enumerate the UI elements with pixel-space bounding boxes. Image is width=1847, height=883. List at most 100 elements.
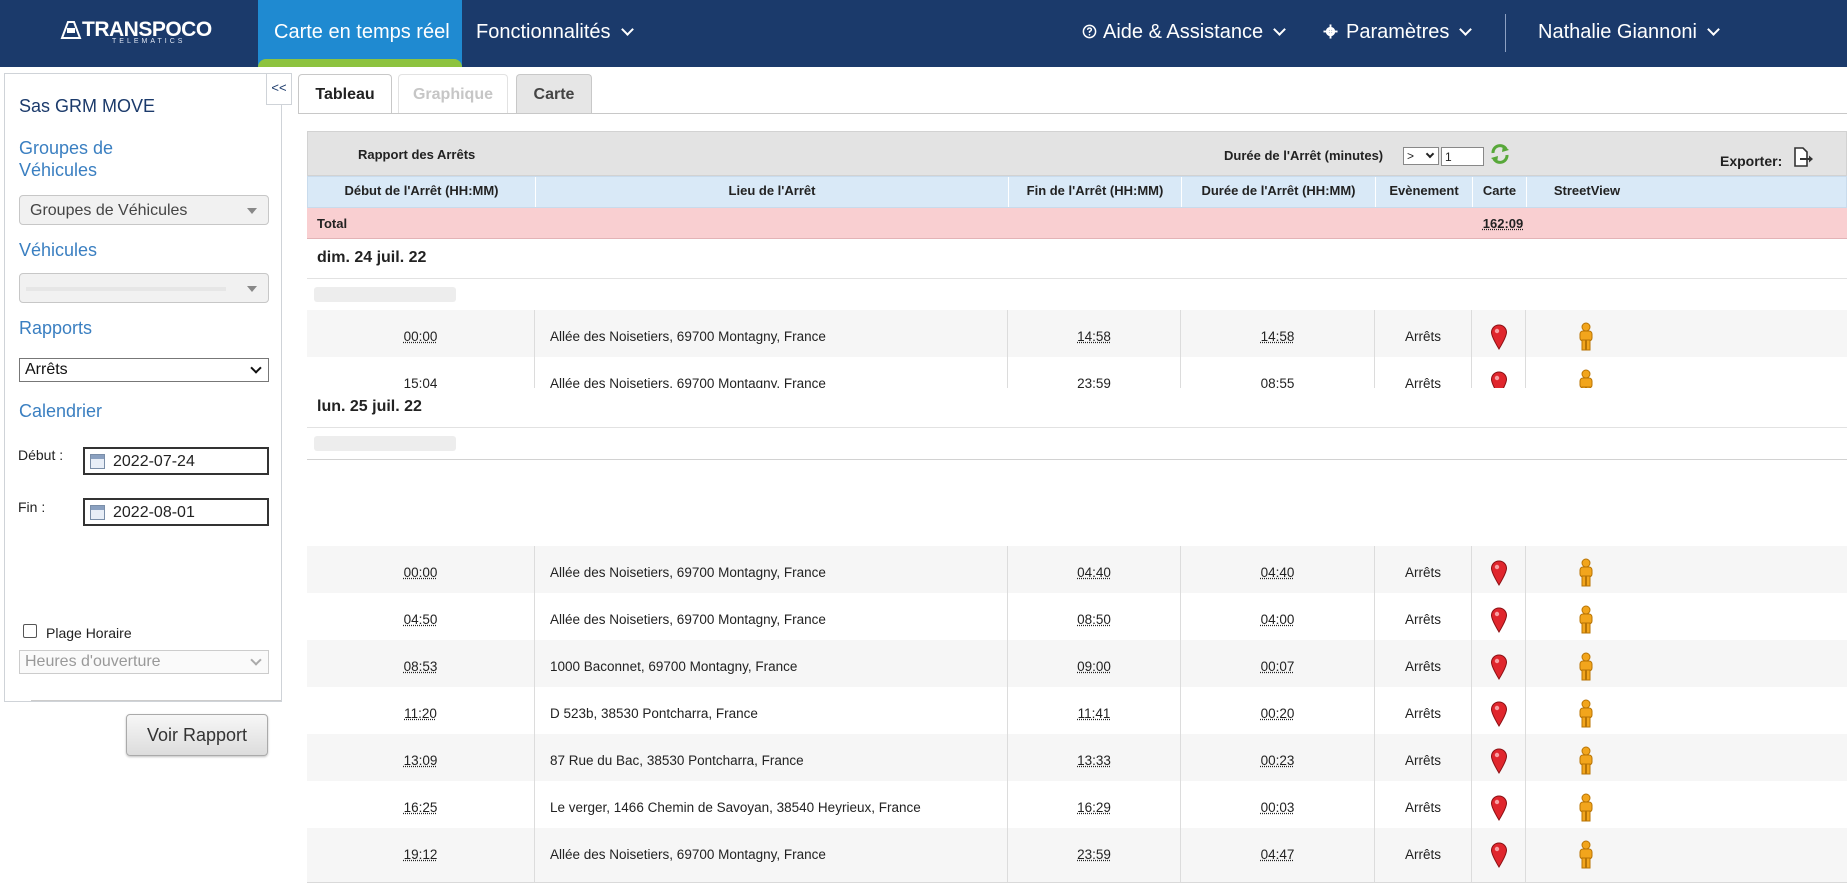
pegman-icon[interactable] (1576, 558, 1596, 588)
collapse-sidebar-button[interactable]: << (266, 73, 292, 105)
pegman-icon[interactable] (1576, 746, 1596, 776)
stop-place: Allée des Noisetiers, 69700 Montagny, Fr… (550, 612, 826, 627)
map-pin-icon[interactable] (1490, 654, 1508, 680)
stop-place-cell: 1000 Baconnet, 69700 Montagny, France (535, 640, 1008, 694)
transpoco-logo[interactable]: TRANSPOCO TELEMATICS (60, 16, 210, 50)
map-pin-icon[interactable] (1490, 560, 1508, 586)
stop-place-cell: Le verger, 1466 Chemin de Savoyan, 38540… (535, 781, 1008, 835)
chevron-down-icon (250, 654, 261, 665)
report-toolbar: Rapport des Arrêts Durée de l'Arrêt (min… (307, 131, 1847, 176)
stop-start-cell: 00:00 (307, 310, 535, 364)
event-cell: Arrêts (1375, 781, 1472, 835)
user-menu[interactable]: Nathalie Giannoni (1538, 21, 1718, 44)
dropdown-arrow-icon (247, 208, 257, 214)
stop-place-cell: D 523b, 38530 Pontcharra, France (535, 687, 1008, 741)
end-date-input[interactable]: 2022-08-01 (83, 498, 269, 526)
stop-duration: 00:23 (1261, 753, 1295, 768)
stop-start: 00:00 (404, 329, 438, 344)
chevron-down-icon (250, 362, 261, 373)
stop-duration-cell: 14:58 (1181, 310, 1375, 364)
nav-features[interactable]: Fonctionnalités (476, 21, 632, 44)
pegman-icon[interactable] (1576, 652, 1596, 682)
streetview-cell (1526, 781, 1646, 835)
nav-settings[interactable]: Paramètres (1323, 21, 1470, 44)
pegman-icon[interactable] (1576, 793, 1596, 823)
stop-place-cell: Allée des Noisetiers, 69700 Montagny, Fr… (535, 546, 1008, 600)
event-cell: Arrêts (1375, 546, 1472, 600)
end-date-label: Fin : (18, 499, 45, 515)
duration-operator-select[interactable]: > (1403, 147, 1439, 165)
account-name: Sas GRM MOVE (19, 96, 155, 117)
calendar-icon[interactable] (90, 454, 105, 469)
stop-duration: 04:47 (1261, 847, 1295, 862)
stop-end-cell: 16:29 (1008, 781, 1181, 835)
map-cell (1472, 734, 1526, 788)
nav-divider (1505, 14, 1506, 52)
vehicles-heading: Véhicules (19, 239, 97, 261)
blurred-subheader (307, 279, 1847, 311)
stop-duration-cell: 00:03 (1181, 781, 1375, 835)
col-map: Carte (1473, 177, 1527, 207)
stop-start: 08:53 (404, 659, 438, 674)
refresh-icon[interactable] (1488, 142, 1512, 166)
end-date-value: 2022-08-01 (113, 504, 195, 521)
stop-place: Allée des Noisetiers, 69700 Montagny, Fr… (550, 847, 826, 862)
stop-duration: 00:20 (1261, 706, 1295, 721)
event-cell: Arrêts (1375, 310, 1472, 364)
stop-start-cell: 04:50 (307, 593, 535, 647)
stop-duration-cell: 04:40 (1181, 546, 1375, 600)
event-label: Arrêts (1405, 706, 1441, 721)
time-range-checkbox[interactable] (23, 624, 37, 638)
map-pin-icon[interactable] (1490, 842, 1508, 868)
streetview-cell (1526, 734, 1646, 788)
map-pin-icon[interactable] (1490, 748, 1508, 774)
streetview-cell (1526, 546, 1646, 600)
pegman-icon[interactable] (1576, 699, 1596, 729)
tab-map[interactable]: Carte (516, 74, 592, 114)
pegman-icon[interactable] (1576, 840, 1596, 870)
active-indicator (258, 59, 462, 67)
table-row: 19:12 Allée des Noisetiers, 69700 Montagn… (307, 828, 1847, 883)
pegman-icon[interactable] (1576, 605, 1596, 635)
stop-start: 13:09 (404, 753, 438, 768)
map-pin-icon[interactable] (1490, 795, 1508, 821)
top-navbar: TRANSPOCO TELEMATICS Carte en temps réel… (0, 0, 1847, 67)
report-type-select[interactable]: Arrêts (19, 358, 269, 382)
nav-live-map[interactable]: Carte en temps réel (258, 0, 462, 67)
stop-place: Allée des Noisetiers, 69700 Montagny, Fr… (550, 565, 826, 580)
stop-start: 11:20 (404, 706, 437, 721)
export-icon[interactable] (1790, 145, 1814, 169)
start-date-input[interactable]: 2022-07-24 (83, 447, 269, 475)
vehicles-select[interactable] (19, 273, 269, 303)
calendar-icon[interactable] (90, 505, 105, 520)
map-cell (1472, 310, 1526, 364)
duration-value-input[interactable]: 1 (1441, 147, 1484, 166)
event-label: Arrêts (1405, 659, 1441, 674)
view-report-button[interactable]: Voir Rapport (126, 714, 268, 756)
event-cell: Arrêts (1375, 687, 1472, 741)
pegman-icon[interactable] (1576, 322, 1596, 352)
stop-duration-cell: 04:47 (1181, 828, 1375, 882)
stop-end: 09:00 (1077, 659, 1111, 674)
vehicle-groups-select[interactable]: Groupes de Véhicules (19, 195, 269, 225)
tab-table[interactable]: Tableau (298, 74, 392, 114)
stop-place-cell: Allée des Noisetiers, 69700 Montagny, Fr… (535, 310, 1008, 364)
chevron-down-icon (1273, 23, 1286, 36)
nav-settings-label: Paramètres (1346, 21, 1449, 43)
stop-place-cell: Allée des Noisetiers, 69700 Montagny, Fr… (535, 828, 1008, 882)
blurred-text (314, 287, 456, 302)
map-pin-icon[interactable] (1490, 324, 1508, 350)
stop-place: Le verger, 1466 Chemin de Savoyan, 38540… (550, 800, 921, 815)
stop-end: 14:58 (1077, 329, 1111, 344)
event-label: Arrêts (1405, 612, 1441, 627)
map-pin-icon[interactable] (1490, 607, 1508, 633)
map-cell (1472, 828, 1526, 882)
map-pin-icon[interactable] (1490, 701, 1508, 727)
nav-features-label: Fonctionnalités (476, 21, 611, 43)
map-cell (1472, 546, 1526, 600)
day-label: lun. 25 juil. 22 (317, 398, 422, 416)
nav-help[interactable]: Aide & Assistance (1082, 21, 1284, 44)
opening-hours-select: Heures d'ouverture (19, 650, 269, 674)
col-stop-place: Lieu de l'Arrêt (536, 177, 1009, 207)
map-cell (1472, 593, 1526, 647)
